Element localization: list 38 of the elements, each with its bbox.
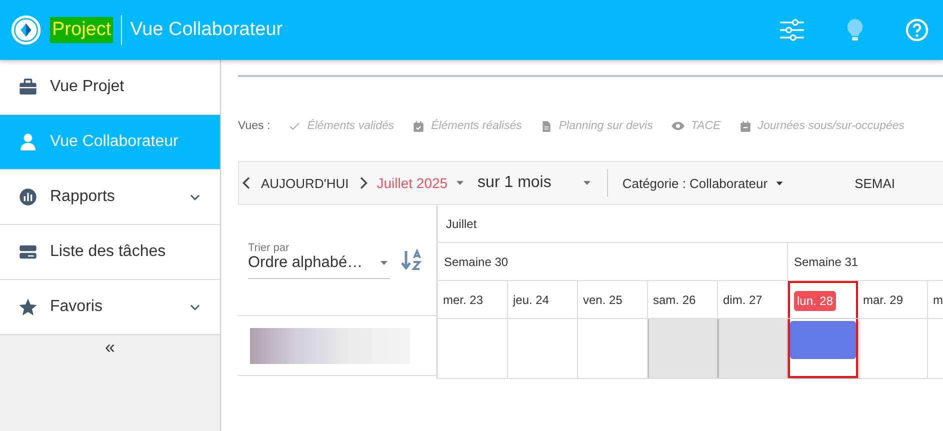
sort-dropdown[interactable]: Trier par Ordre alphabé… — [248, 242, 390, 278]
month-header: Juillet — [445, 216, 477, 230]
star-icon — [18, 297, 38, 317]
week-label: Semaine 31 — [794, 254, 858, 268]
day-label: ven. 25 — [583, 292, 622, 306]
bar-chart-icon — [18, 187, 38, 207]
today-button[interactable]: AUJOURD'HUI — [255, 176, 355, 190]
calendar-cell[interactable] — [648, 319, 718, 378]
range-dropdown[interactable]: sur 1 mois — [472, 174, 600, 192]
calendar-check-icon — [412, 120, 426, 132]
views-label: Vues : — [238, 120, 270, 132]
sidebar-item[interactable]: Favoris — [0, 280, 220, 335]
day-label: sam. 26 — [653, 292, 696, 306]
calendar-minus-icon — [738, 120, 752, 132]
briefcase-icon — [18, 77, 38, 97]
user-icon — [18, 132, 38, 152]
day-label: m — [933, 292, 943, 306]
logo-icon — [10, 14, 42, 46]
sidebar-item[interactable]: Rapports — [0, 170, 220, 225]
day-label: dim. 27 — [723, 292, 762, 306]
brand-name: Project — [50, 17, 114, 43]
week-button[interactable]: SEMAI — [848, 176, 902, 190]
day-label: lun. 28 — [794, 290, 836, 310]
category-dropdown[interactable]: Catégorie : Collaborateur — [616, 176, 791, 190]
sidebar-item[interactable]: Vue Projet — [0, 60, 220, 115]
sliders-icon — [779, 17, 805, 43]
calendar-cell[interactable] — [788, 319, 858, 378]
day-label: mar. 29 — [863, 292, 904, 306]
help-icon — [905, 18, 929, 42]
page-title: Vue Collaborateur — [130, 19, 284, 41]
day-label: jeu. 24 — [513, 292, 550, 306]
day-label: mer. 23 — [443, 292, 484, 306]
document-icon — [540, 120, 553, 132]
week-label: Semaine 30 — [444, 254, 508, 268]
calendar-cell[interactable] — [718, 319, 788, 378]
eye-icon — [670, 119, 685, 133]
sort-alpha-icon — [400, 248, 424, 272]
sidebar-item[interactable]: Liste des tâches — [0, 225, 220, 280]
